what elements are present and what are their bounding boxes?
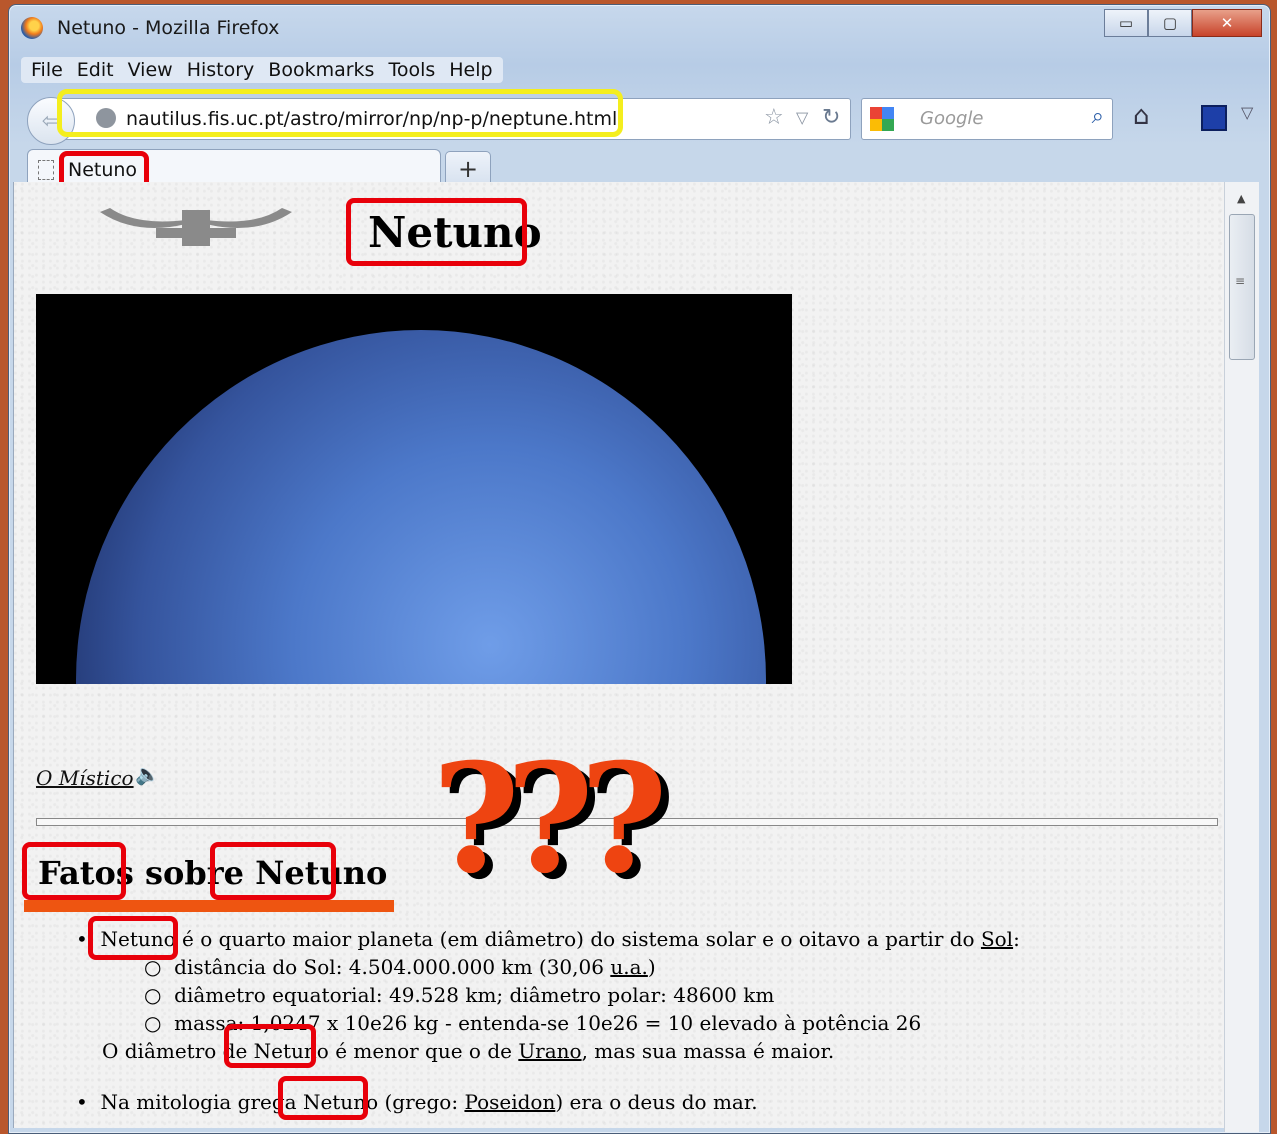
menu-file[interactable]: File [31,59,63,81]
question-marks-annotation: ??? [432,731,668,907]
poseidon-link[interactable]: Poseidon [464,1090,555,1114]
ua-link[interactable]: u.a. [610,955,648,979]
item1-text: é o quarto maior planeta (em diâmetro) d… [175,927,981,951]
item2-text-c: ) era o deus do mar. [555,1090,758,1114]
item1-end: : [1013,927,1020,951]
new-tab-button[interactable]: + [445,151,491,186]
orange-underline-annotation [24,900,394,912]
menu-tools[interactable]: Tools [388,59,435,81]
urano-link[interactable]: Urano [518,1039,581,1063]
bookmark-star-icon[interactable]: ☆ [764,105,784,130]
page-content: Netuno O Místico 🔈 Fatos sobre Netuno ??… [13,182,1224,1128]
home-icon[interactable]: ⌂ [1133,101,1150,131]
neptune-planet-disc [76,330,766,684]
title-highlight-annotation [346,198,527,266]
page-favicon-icon [38,160,54,180]
list-item-1: • Netuno é o quarto maior planeta (em di… [76,927,1020,951]
history-dropdown-icon[interactable]: ▽ [796,108,808,127]
item2-text-b: (grego: [378,1090,465,1114]
menu-view[interactable]: View [128,59,173,81]
tab-bar: Netuno + [21,147,1264,193]
search-bar[interactable]: Google ⌕ [861,98,1113,140]
sublist-item-2: ○ diâmetro equatorial: 49.528 km; diâmet… [144,983,774,1007]
navigation-bar: nautilus.fis.uc.pt/astro/mirror/np/np-p/… [23,89,1264,145]
sub2-text: diâmetro equatorial: 49.528 km; diâmetro… [174,983,775,1007]
sub-bullet: ○ [144,955,175,979]
menu-bar: File Edit View History Bookmarks Tools H… [21,57,503,83]
neptune-image [36,294,792,684]
sub-bullet: ○ [144,1011,175,1035]
paragraph-diameter: O diâmetro de Netuno é menor que o de Ur… [102,1039,834,1063]
vertical-scrollbar[interactable]: ▲ ≡ [1224,182,1259,1132]
list-bullet: • [76,1090,101,1114]
netuno-heading-highlight-annotation [210,842,336,900]
google-engine-icon[interactable] [870,107,894,131]
close-button[interactable]: ✕ [1192,9,1262,37]
window-title: Netuno - Mozilla Firefox [57,17,280,39]
sol-link[interactable]: Sol [981,927,1013,951]
netuno-item1-highlight-annotation [88,916,178,960]
search-input[interactable]: Google [920,108,983,129]
sub-bullet: ○ [144,983,175,1007]
window-controls: ▭ ▢ ✕ [1104,9,1262,37]
reload-icon[interactable]: ↻ [822,105,840,130]
item2-text-a: Na mitologia grega [100,1090,303,1114]
neptune-trident-logo [100,208,292,246]
sublist-item-1: ○ distância do Sol: 4.504.000.000 km (30… [144,955,656,979]
para-text-b: é menor que o de [328,1039,519,1063]
fatos-highlight-annotation [22,842,126,900]
o-mistico-link[interactable]: O Místico [36,766,134,790]
para-text-c: , mas sua massa é maior. [581,1039,835,1063]
menu-history[interactable]: History [187,59,255,81]
speaker-icon[interactable]: 🔈 [135,762,160,786]
firefox-logo-icon [21,17,43,39]
menu-edit[interactable]: Edit [77,59,114,81]
toolbar-dropdown-icon[interactable]: ▽ [1241,103,1253,122]
menu-help[interactable]: Help [449,59,492,81]
minimize-button[interactable]: ▭ [1104,9,1148,37]
url-highlight-annotation [57,89,623,137]
title-bar: Netuno - Mozilla Firefox ▭ ▢ ✕ [9,5,1270,51]
list-item-2: • Na mitologia grega Netuno (grego: Pose… [76,1090,758,1114]
search-icon[interactable]: ⌕ [1092,104,1104,129]
netuno-para-highlight-annotation [224,1024,316,1068]
netuno-item2-highlight-annotation [278,1076,368,1120]
menu-bookmarks[interactable]: Bookmarks [268,59,374,81]
scroll-up-arrow-icon[interactable]: ▲ [1237,192,1245,205]
sub1-text-b: ) [647,955,656,979]
sub1-text-a: distância do Sol: 4.504.000.000 km (30,0… [174,955,611,979]
maximize-button[interactable]: ▢ [1148,9,1192,37]
scroll-grip-icon: ≡ [1235,274,1246,288]
save-icon[interactable] [1201,105,1227,131]
